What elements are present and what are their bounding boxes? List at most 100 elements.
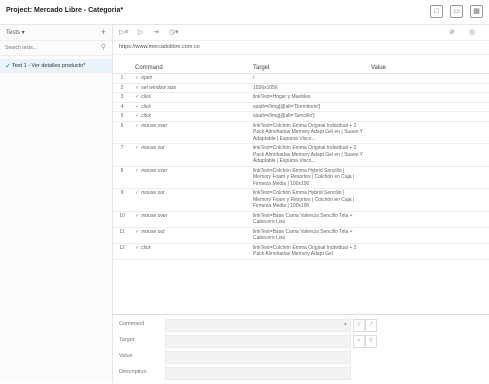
speed-button[interactable]: ◷▾ [169,28,179,36]
command-text: click [141,94,151,100]
command-row-item[interactable]: 8 ✓ mouse over linkText=Colchón Emma Hybrid… [113,166,489,189]
command-row-item[interactable]: 1 ✓ open / [113,73,489,84]
base-url-input[interactable] [119,42,419,52]
row-command: ✓ open [131,73,249,84]
add-test-button[interactable]: + [101,27,106,37]
check-icon: ✓ [135,244,140,251]
row-value [367,211,489,228]
row-number: 4 [113,102,131,112]
command-text: mouse out [141,190,165,196]
row-target: linkText=Colchón Emma Original Individua… [249,243,367,260]
row-target: xpath=//img[@alt='Dormitorio'] [249,102,367,112]
row-target: linkText=Colchón Emma Hybrid Sencillo | … [249,188,367,212]
value-row: Value [119,351,479,364]
row-value [367,188,489,212]
tests-dropdown[interactable]: Tests ▾ [6,29,25,36]
disable-breakpoints-button[interactable]: ⊘ [449,28,455,36]
row-command: ✓ mouse over [131,166,249,189]
target-row: Target ⌖ ⚲ [119,335,479,348]
value-input[interactable] [165,351,351,364]
row-target: linkText=Base Cama Valencia Sencillo Tel… [249,227,367,244]
row-number: 12 [113,243,131,260]
command-input[interactable]: ▾ [165,319,351,332]
target-input[interactable] [165,335,351,348]
row-number: 1 [113,73,131,84]
command-text: mouse over [141,167,168,174]
row-value [367,166,489,189]
check-icon: ✓ [135,84,140,91]
test-list-item[interactable]: ✓ Test 1 - Ver detalles producto* [0,59,112,73]
command-text: click [141,113,151,119]
playback-toolbar: ▷≡ ▷ ⇥ ◷▾ ⊘ ◎ [113,25,489,41]
check-icon: ✓ [135,94,140,100]
command-row-item[interactable]: 11 ✓ mouse out linkText=Base Cama Valencia … [113,227,489,244]
toggle-comment-button[interactable]: // [353,319,365,332]
project-title: Project: Mercado Libre - Categoria* [6,7,124,14]
command-row-item[interactable]: 9 ✓ mouse out linkText=Colchón Emma Hybrid … [113,188,489,212]
save-project-icon[interactable]: ▦ [470,5,483,18]
command-row-item[interactable]: 5 ✓ click xpath=//img[@alt='Sencillo'] [113,111,489,122]
row-value [367,227,489,244]
row-number: 5 [113,111,131,122]
index-header [113,62,131,74]
table-header-row: Command Target Value [113,62,489,74]
target-header: Target [249,62,367,74]
row-command: ✓ mouse out [131,227,249,244]
row-command: ✓ mouse over [131,211,249,228]
row-number: 6 [113,121,131,144]
command-text: click [141,103,151,110]
row-value [367,92,489,103]
select-target-button[interactable]: ⌖ [353,335,365,348]
test-name: Test 1 - Ver detalles producto* [12,63,86,69]
description-row: Description [119,367,479,380]
run-all-tests-button[interactable]: ▷≡ [119,28,128,36]
tests-panel: Tests ▾ + ⚲ ✓ Test 1 - Ver detalles prod… [0,25,113,383]
description-input[interactable] [165,367,351,380]
run-test-button[interactable]: ▷ [138,28,143,36]
command-row-item[interactable]: 2 ✓ set window size 1936x1056 [113,83,489,93]
test-search: ⚲ [0,41,112,56]
row-number: 9 [113,188,131,212]
check-icon: ✓ [5,63,11,70]
row-value [367,111,489,122]
new-project-icon[interactable]: □ [430,5,443,18]
commands-table: Command Target Value 1 ✓ open/2 ✓ set window… [113,62,489,260]
command-row-item[interactable]: 7 ✓ mouse out linkText=Colchón Emma Origina… [113,143,489,167]
row-target: linkText=Colchón Emma Original Individua… [249,121,367,144]
find-target-button[interactable]: ⚲ [365,335,377,348]
command-text: mouse out [141,228,165,235]
command-row-item[interactable]: 12 ✓ click linkText=Colchón Emma Original I… [113,243,489,260]
value-header: Value [367,62,489,74]
search-icon: ⚲ [100,44,106,51]
row-command: ✓ mouse over [131,121,249,144]
row-target: xpath=//img[@alt='Sencillo'] [249,111,367,122]
search-tests-input[interactable] [5,43,95,53]
row-command: ✓ click [131,102,249,112]
command-text: click [141,244,151,251]
check-icon: ✓ [135,145,140,151]
open-project-icon[interactable]: ▭ [450,5,463,18]
project-actions: □ ▭ ▦ [430,5,483,18]
open-reference-button[interactable]: ↗ [365,319,377,332]
check-icon: ✓ [135,167,140,174]
command-row-item[interactable]: 4 ✓ click xpath=//img[@alt='Dormitorio'] [113,102,489,112]
row-number: 2 [113,83,131,93]
command-editor: Command ▾ // ↗ Target ⌖ ⚲ Value Descript… [113,314,489,384]
command-text: open [141,75,153,81]
row-number: 3 [113,92,131,103]
row-target: / [249,73,367,84]
step-over-button[interactable]: ⇥ [153,28,159,36]
command-row-item[interactable]: 10 ✓ mouse over linkText=Base Cama Valencia… [113,211,489,228]
command-text: mouse out [141,145,165,151]
command-row-item[interactable]: 6 ✓ mouse over linkText=Colchón Emma Origin… [113,121,489,144]
check-icon: ✓ [135,190,140,196]
row-value [367,83,489,93]
tests-dropdown-bar: Tests ▾ + [0,25,112,41]
row-value [367,243,489,260]
row-value [367,143,489,167]
command-row-item[interactable]: 3 ✓ click linkText=Hogar y Muebles [113,92,489,103]
settings-icon[interactable]: ◎ [469,28,475,36]
dropdown-arrow-icon: ▾ [343,322,347,328]
check-icon: ✓ [135,75,140,81]
test-editor-panel: ▷≡ ▷ ⇥ ◷▾ ⊘ ◎ Command Target Value 1✓ope… [113,25,489,384]
